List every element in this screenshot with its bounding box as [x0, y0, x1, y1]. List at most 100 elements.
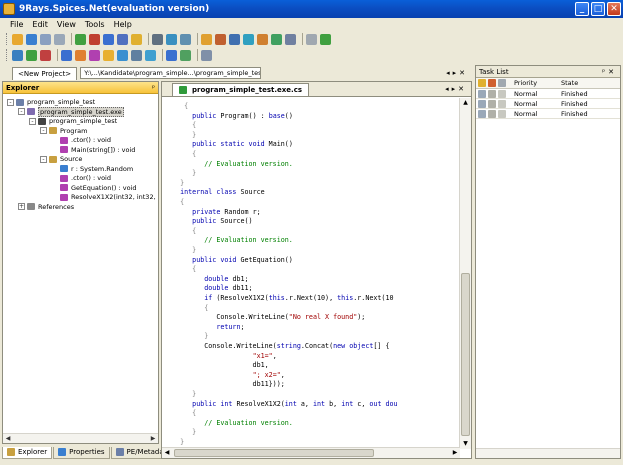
tree-expander-icon[interactable]: + [18, 203, 25, 210]
tab-new-project[interactable]: <New Project> [12, 66, 78, 80]
module-icon[interactable] [243, 33, 254, 45]
info-circle-icon[interactable] [117, 49, 128, 61]
tree-node[interactable]: - program_simple_test [7, 97, 95, 107]
tab-properties[interactable]: Properties [53, 446, 110, 459]
tree-node[interactable]: GetEquation() : void [51, 183, 137, 193]
code-token: db11; [228, 284, 253, 293]
open-icon[interactable] [12, 33, 23, 45]
toolbar-grip[interactable] [6, 49, 9, 61]
code-token: db1; [228, 274, 249, 283]
maximize-button[interactable]: □ [591, 2, 605, 16]
menu-bar: File Edit View Tools Help [0, 18, 623, 31]
help-icon[interactable] [306, 33, 317, 45]
code-view[interactable]: { public Program() : base() { } public s… [162, 98, 460, 448]
minimize-button[interactable]: _ [575, 2, 589, 16]
tree-node[interactable]: - program_simple_test.exe [18, 106, 124, 117]
scroll-left-icon[interactable]: ◀ [3, 434, 13, 443]
scroll-up-icon[interactable]: ▲ [460, 98, 471, 108]
check-icon[interactable] [271, 33, 282, 45]
task-row[interactable]: Normal Finished [476, 99, 620, 109]
tree-expander-icon[interactable]: - [40, 155, 47, 163]
mail-icon[interactable] [180, 33, 191, 45]
run-icon[interactable] [320, 33, 331, 45]
menu-file[interactable]: File [10, 20, 23, 29]
warning-icon[interactable] [488, 79, 496, 87]
decompile-icon[interactable] [103, 49, 114, 61]
pin-icon[interactable]: ᵖ [152, 84, 155, 92]
tree-node[interactable]: r : System.Random [51, 164, 133, 174]
class-view-icon[interactable] [61, 49, 72, 61]
tab-program-simple-test-cs[interactable]: program_simple_test.exe.cs [172, 82, 310, 96]
project-path-field[interactable]: Y:\...\Kandidate\program_simple...\progr… [80, 67, 262, 79]
window-icon[interactable] [229, 33, 240, 45]
filter-icon[interactable] [478, 79, 486, 87]
grid-icon[interactable] [215, 33, 226, 45]
build-icon[interactable] [117, 33, 128, 45]
tree-node-icon [60, 165, 68, 172]
tree-node[interactable]: .ctor() : void [51, 135, 111, 145]
save-icon[interactable] [26, 33, 37, 45]
task-list-horizontal-scrollbar[interactable] [476, 448, 620, 458]
options-icon[interactable] [201, 49, 212, 61]
cut-icon[interactable] [40, 33, 51, 45]
pin-close-icons[interactable]: ᵖ✕ [602, 68, 617, 76]
menu-help[interactable]: Help [114, 20, 132, 29]
tab-explorer[interactable]: Explorer [2, 446, 53, 459]
find-icon[interactable] [152, 33, 163, 45]
editor-vertical-scrollbar[interactable]: ▲ ▼ [459, 98, 471, 449]
tree-node-label: program_simple_test [27, 98, 96, 106]
code-token: "No real X found" [288, 313, 358, 322]
menu-tools[interactable]: Tools [85, 20, 105, 29]
scroll-right-icon[interactable]: ▶ [148, 434, 158, 443]
stop-icon[interactable] [89, 33, 100, 45]
column-state[interactable]: State [561, 79, 578, 87]
refresh-icon[interactable] [75, 33, 86, 45]
tree-expander-icon[interactable]: - [29, 117, 36, 125]
editor-tab-nav-arrows[interactable]: ◂▸✕ [445, 85, 467, 93]
tree-expander-icon [51, 175, 58, 182]
copy-icon[interactable] [54, 33, 65, 45]
tab-nav-arrows[interactable]: ◂▸✕ [446, 69, 468, 77]
toolbar-grip[interactable] [6, 33, 9, 45]
search-icon[interactable] [131, 49, 142, 61]
tree-node[interactable]: Main(string[]) : void [51, 145, 135, 155]
tree-node-icon [38, 117, 46, 125]
scroll-thumb[interactable] [174, 449, 374, 457]
explorer-horizontal-scrollbar[interactable]: ◀ ▶ [3, 433, 158, 443]
menu-view[interactable]: View [57, 20, 76, 29]
editor-horizontal-scrollbar[interactable]: ◀ ▶ [162, 447, 460, 458]
export-icon[interactable] [257, 33, 268, 45]
navigate-icon[interactable] [26, 49, 37, 61]
stop-analyze-icon[interactable] [40, 49, 51, 61]
task-row[interactable]: Normal Finished [476, 109, 620, 119]
tree-node[interactable]: ResolveX1X2(int32, int32, int [51, 192, 158, 202]
scroll-left-icon[interactable]: ◀ [162, 448, 172, 458]
menu-edit[interactable]: Edit [32, 20, 48, 29]
member-icon[interactable] [89, 49, 100, 61]
tree-node[interactable]: + References [18, 202, 74, 212]
tree-node[interactable]: - program_simple_test [29, 116, 117, 126]
info-icon[interactable] [103, 33, 114, 45]
note-icon[interactable] [498, 79, 506, 87]
task-row[interactable]: Normal Finished [476, 89, 620, 99]
tools-icon[interactable] [201, 33, 212, 45]
graph-icon[interactable] [145, 49, 156, 61]
tree-node[interactable]: .ctor() : void [51, 173, 111, 183]
scroll-down-icon[interactable]: ▼ [460, 439, 471, 449]
scroll-thumb[interactable] [461, 273, 470, 436]
star-icon[interactable] [131, 33, 142, 45]
plugin-icon[interactable] [180, 49, 191, 61]
scroll-right-icon[interactable]: ▶ [450, 448, 460, 458]
tree-expander-icon[interactable]: - [7, 98, 14, 106]
tree-expander-icon[interactable]: - [18, 108, 25, 115]
tree-node[interactable]: - Program [40, 126, 87, 136]
globe-icon[interactable] [166, 49, 177, 61]
layout-icon[interactable] [12, 49, 23, 61]
settings-icon[interactable] [166, 33, 177, 45]
column-priority[interactable]: Priority [514, 79, 537, 87]
obfuscate-icon[interactable] [75, 49, 86, 61]
close-button[interactable]: ✕ [607, 2, 621, 16]
tree-node[interactable]: - Source [40, 154, 82, 164]
list-icon[interactable] [285, 33, 296, 45]
tree-expander-icon[interactable]: - [40, 127, 47, 134]
